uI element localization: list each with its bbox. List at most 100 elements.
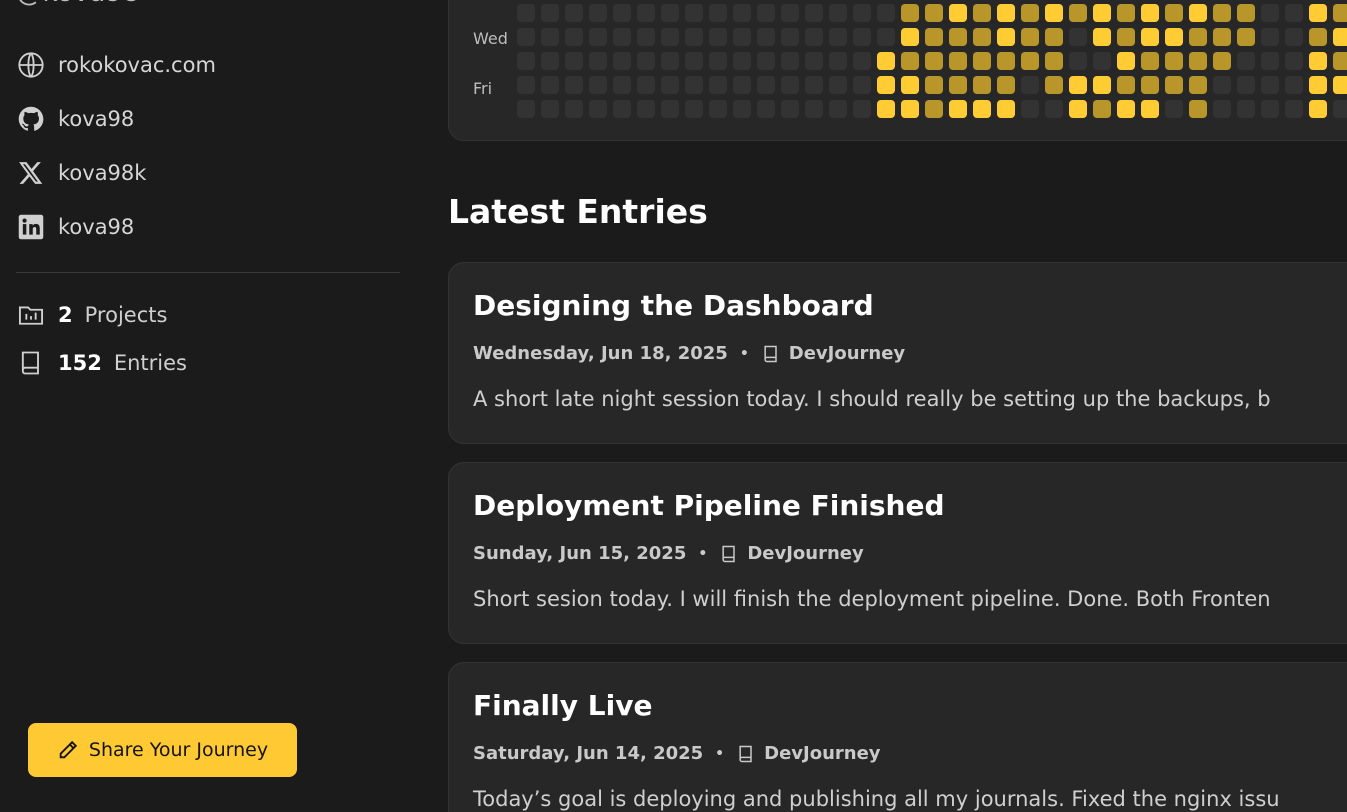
heatmap-cell[interactable]: [877, 100, 895, 118]
heatmap-cell[interactable]: [829, 76, 847, 94]
heatmap-cell[interactable]: [1141, 4, 1159, 22]
heatmap-cell[interactable]: [1333, 100, 1347, 118]
entry-card[interactable]: Finally Live Saturday, Jun 14, 2025 • De…: [448, 662, 1347, 812]
heatmap-cell[interactable]: [565, 28, 583, 46]
heatmap-cell[interactable]: [1021, 28, 1039, 46]
heatmap-cell[interactable]: [1261, 100, 1279, 118]
heatmap-cell[interactable]: [949, 28, 967, 46]
heatmap-cell[interactable]: [1045, 4, 1063, 22]
heatmap-cell[interactable]: [949, 100, 967, 118]
heatmap-cell[interactable]: [877, 4, 895, 22]
heatmap-cell[interactable]: [949, 52, 967, 70]
heatmap-cell[interactable]: [589, 52, 607, 70]
heatmap-cell[interactable]: [1213, 28, 1231, 46]
heatmap-cell[interactable]: [733, 4, 751, 22]
heatmap-cell[interactable]: [637, 76, 655, 94]
heatmap-cell[interactable]: [757, 100, 775, 118]
heatmap-cell[interactable]: [1021, 100, 1039, 118]
heatmap-cell[interactable]: [637, 100, 655, 118]
heatmap-cell[interactable]: [1261, 4, 1279, 22]
heatmap-cell[interactable]: [661, 76, 679, 94]
stat-projects[interactable]: 2 Projects: [16, 291, 187, 339]
heatmap-cell[interactable]: [1045, 76, 1063, 94]
heatmap-cell[interactable]: [661, 52, 679, 70]
link-linkedin[interactable]: kova98: [16, 200, 216, 254]
heatmap-cell[interactable]: [541, 4, 559, 22]
heatmap-cell[interactable]: [517, 28, 535, 46]
heatmap-cell[interactable]: [925, 4, 943, 22]
heatmap-cell[interactable]: [709, 76, 727, 94]
heatmap-cell[interactable]: [1309, 76, 1327, 94]
heatmap-cell[interactable]: [1093, 4, 1111, 22]
entry-card[interactable]: Deployment Pipeline Finished Sunday, Jun…: [448, 462, 1347, 644]
heatmap-cell[interactable]: [973, 76, 991, 94]
heatmap-cell[interactable]: [637, 52, 655, 70]
heatmap-cell[interactable]: [997, 52, 1015, 70]
heatmap-cell[interactable]: [901, 76, 919, 94]
heatmap-cell[interactable]: [1069, 4, 1087, 22]
heatmap-cell[interactable]: [1237, 28, 1255, 46]
heatmap-cell[interactable]: [1117, 4, 1135, 22]
heatmap-cell[interactable]: [757, 4, 775, 22]
heatmap-cell[interactable]: [517, 52, 535, 70]
heatmap-cell[interactable]: [685, 76, 703, 94]
heatmap-cell[interactable]: [733, 28, 751, 46]
heatmap-cell[interactable]: [1213, 100, 1231, 118]
heatmap-cell[interactable]: [1141, 52, 1159, 70]
heatmap-cell[interactable]: [565, 52, 583, 70]
heatmap-cell[interactable]: [949, 4, 967, 22]
heatmap-cell[interactable]: [1117, 52, 1135, 70]
heatmap-cell[interactable]: [877, 52, 895, 70]
heatmap-cell[interactable]: [733, 52, 751, 70]
heatmap-cell[interactable]: [1045, 100, 1063, 118]
heatmap-cell[interactable]: [1285, 4, 1303, 22]
heatmap-cell[interactable]: [1165, 28, 1183, 46]
link-website[interactable]: rokokovac.com: [16, 38, 216, 92]
heatmap-cell[interactable]: [1213, 4, 1231, 22]
share-journey-button[interactable]: Share Your Journey: [28, 723, 297, 777]
heatmap-cell[interactable]: [997, 100, 1015, 118]
heatmap-cell[interactable]: [1189, 52, 1207, 70]
heatmap-cell[interactable]: [1021, 52, 1039, 70]
heatmap-cell[interactable]: [925, 76, 943, 94]
heatmap-cell[interactable]: [1093, 100, 1111, 118]
heatmap-cell[interactable]: [1261, 76, 1279, 94]
heatmap-cell[interactable]: [1333, 4, 1347, 22]
heatmap-cell[interactable]: [1165, 52, 1183, 70]
heatmap-cell[interactable]: [901, 4, 919, 22]
heatmap-cell[interactable]: [997, 76, 1015, 94]
link-github[interactable]: kova98: [16, 92, 216, 146]
heatmap-cell[interactable]: [1141, 76, 1159, 94]
heatmap-cell[interactable]: [877, 28, 895, 46]
heatmap-cell[interactable]: [613, 4, 631, 22]
heatmap-cell[interactable]: [661, 28, 679, 46]
heatmap-cell[interactable]: [805, 100, 823, 118]
link-x[interactable]: kova98k: [16, 146, 216, 200]
entry-project-link[interactable]: DevJourney: [789, 343, 905, 364]
heatmap-cell[interactable]: [805, 76, 823, 94]
heatmap-cell[interactable]: [613, 100, 631, 118]
heatmap-cell[interactable]: [1213, 52, 1231, 70]
heatmap-cell[interactable]: [829, 4, 847, 22]
heatmap-cell[interactable]: [517, 76, 535, 94]
heatmap-cell[interactable]: [589, 4, 607, 22]
heatmap-cell[interactable]: [781, 100, 799, 118]
heatmap-cell[interactable]: [1189, 100, 1207, 118]
heatmap-cell[interactable]: [517, 100, 535, 118]
heatmap-cell[interactable]: [685, 100, 703, 118]
heatmap-cell[interactable]: [709, 100, 727, 118]
entry-title[interactable]: Designing the Dashboard: [473, 289, 874, 322]
heatmap-cell[interactable]: [1069, 76, 1087, 94]
heatmap-cell[interactable]: [637, 4, 655, 22]
heatmap-cell[interactable]: [973, 52, 991, 70]
heatmap-cell[interactable]: [661, 4, 679, 22]
heatmap-cell[interactable]: [1045, 28, 1063, 46]
heatmap-cell[interactable]: [925, 100, 943, 118]
heatmap-cell[interactable]: [1309, 100, 1327, 118]
heatmap-cell[interactable]: [613, 76, 631, 94]
heatmap-cell[interactable]: [1309, 4, 1327, 22]
heatmap-cell[interactable]: [1237, 100, 1255, 118]
heatmap-cell[interactable]: [1309, 28, 1327, 46]
heatmap-cell[interactable]: [1165, 76, 1183, 94]
heatmap-cell[interactable]: [949, 76, 967, 94]
